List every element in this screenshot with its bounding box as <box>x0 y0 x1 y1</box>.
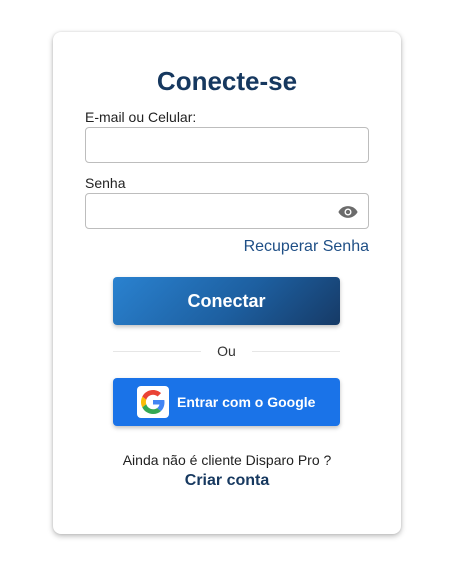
recover-password-link[interactable]: Recuperar Senha <box>244 238 369 256</box>
email-field[interactable] <box>86 128 368 162</box>
divider: Ou <box>113 342 340 362</box>
google-logo-icon <box>137 386 169 418</box>
password-field-wrapper <box>85 193 369 229</box>
password-label: Senha <box>85 175 126 191</box>
email-label: E-mail ou Celular: <box>85 109 197 125</box>
create-account-link[interactable]: Criar conta <box>53 472 401 490</box>
google-signin-button[interactable]: Entrar com o Google <box>113 378 340 426</box>
signup-question: Ainda não é cliente Disparo Pro ? <box>122 452 332 468</box>
page-title: Conecte-se <box>156 66 298 96</box>
login-card: Conecte-se E-mail ou Celular: Senha Recu… <box>53 32 401 534</box>
eye-icon[interactable] <box>338 204 358 220</box>
google-signin-label: Entrar com o Google <box>177 394 316 410</box>
connect-button[interactable]: Conectar <box>113 277 340 325</box>
divider-line-right <box>252 351 340 352</box>
email-field-wrapper <box>85 127 369 163</box>
password-field[interactable] <box>86 194 368 228</box>
